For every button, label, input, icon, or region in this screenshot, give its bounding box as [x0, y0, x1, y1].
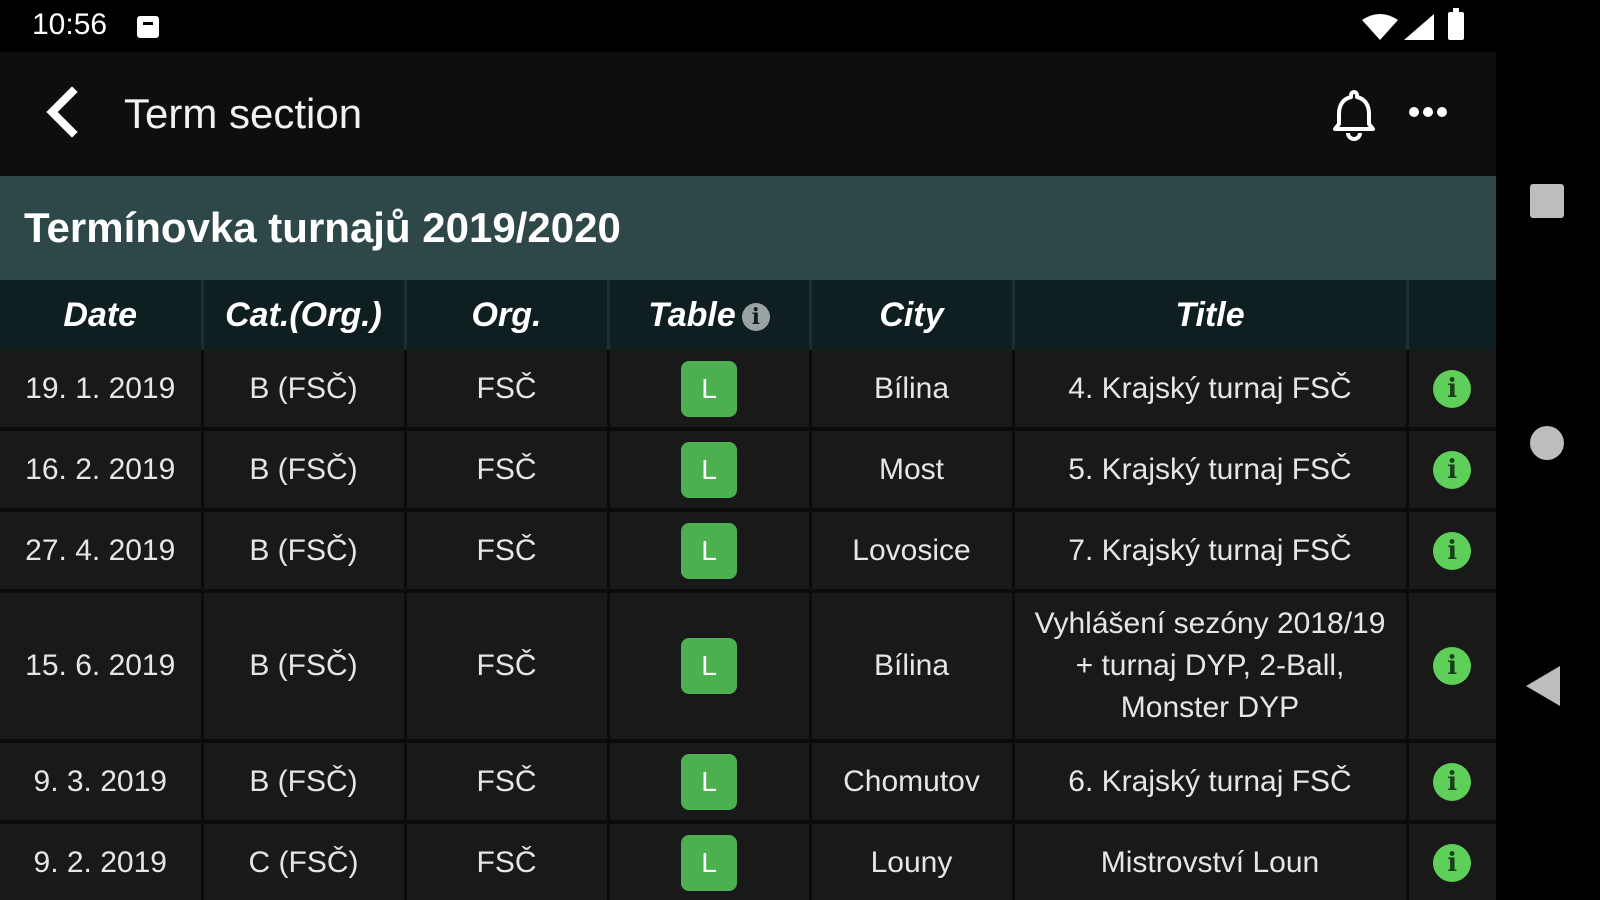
column-header-category[interactable]: Cat.(Org.)	[202, 280, 407, 350]
table-badge[interactable]: L	[681, 441, 737, 498]
section-title: Termínovka turnajů 2019/2020	[24, 204, 621, 251]
recents-square-icon[interactable]	[1530, 184, 1564, 218]
column-header-table[interactable]: Table i	[608, 280, 812, 350]
status-time: 10:56	[32, 8, 108, 41]
info-icon[interactable]: i	[1433, 647, 1472, 685]
app-toolbar: Term section	[0, 52, 1496, 176]
cell-title: 5. Krajský turnaj FSČ	[1013, 429, 1409, 512]
info-icon[interactable]: i	[1433, 369, 1472, 408]
toolbar-title: Term section	[124, 90, 363, 137]
info-icon[interactable]: i	[1433, 762, 1472, 801]
table-badge[interactable]: L	[681, 360, 737, 417]
notifications-button[interactable]	[1326, 86, 1382, 142]
cell-table: L	[608, 591, 812, 743]
home-circle-icon[interactable]	[1530, 426, 1564, 460]
cell-city: Lovosice	[810, 510, 1015, 593]
cell-title: Mistrovství Loun	[1013, 822, 1409, 900]
cell-info: i	[1407, 429, 1496, 512]
cell-category: B (FSČ)	[202, 510, 407, 593]
chevron-left-icon	[46, 86, 78, 138]
cell-date: 27. 4. 2019	[0, 510, 204, 593]
info-icon[interactable]: i	[1433, 843, 1472, 882]
table-row[interactable]: 9. 2. 2019 C (FSČ) FSČ L Louny Mistrovst…	[0, 822, 1496, 900]
table-row[interactable]: 15. 6. 2019 B (FSČ) FSČ L Bílina Vyhláše…	[0, 591, 1496, 743]
status-bar: 10:56	[0, 0, 1600, 52]
more-horizontal-icon	[1409, 107, 1447, 117]
cell-city: Most	[810, 429, 1015, 512]
cell-table: L	[608, 741, 812, 824]
cell-date: 19. 1. 2019	[0, 350, 204, 431]
back-triangle-icon[interactable]	[1526, 666, 1560, 706]
cell-title: Vyhlášení sezóny 2018/19 + turnaj DYP, 2…	[1013, 591, 1409, 743]
table-row[interactable]: 27. 4. 2019 B (FSČ) FSČ L Lovosice 7. Kr…	[0, 510, 1496, 593]
info-icon[interactable]: i	[1433, 531, 1472, 570]
table-row[interactable]: 19. 1. 2019 B (FSČ) FSČ L Bílina 4. Kraj…	[0, 350, 1496, 431]
term-table: Date Cat.(Org.) Org. Table i City Title 1…	[0, 280, 1496, 900]
cell-category: B (FSČ)	[202, 591, 407, 743]
table-badge[interactable]: L	[681, 753, 737, 810]
section-header: Termínovka turnajů 2019/2020	[0, 176, 1496, 280]
system-nav-bar	[1496, 52, 1600, 900]
table-row[interactable]: 9. 3. 2019 B (FSČ) FSČ L Chomutov 6. Kra…	[0, 741, 1496, 824]
cell-table: L	[608, 350, 812, 431]
cell-org: FSČ	[405, 591, 610, 743]
cell-org: FSČ	[405, 741, 610, 824]
cell-city: Louny	[810, 822, 1015, 900]
table-row[interactable]: 16. 2. 2019 B (FSČ) FSČ L Most 5. Krajsk…	[0, 429, 1496, 512]
cell-city: Bílina	[810, 350, 1015, 431]
cell-info: i	[1407, 350, 1496, 431]
table-badge[interactable]: L	[681, 638, 737, 694]
cell-city: Chomutov	[810, 741, 1015, 824]
column-header-org[interactable]: Org.	[405, 280, 610, 350]
cell-date: 9. 3. 2019	[0, 741, 204, 824]
column-header-date[interactable]: Date	[0, 280, 204, 350]
info-icon[interactable]: i	[741, 302, 770, 331]
table-badge[interactable]: L	[681, 522, 737, 579]
signal-icon	[1404, 14, 1434, 40]
cell-info: i	[1407, 822, 1496, 900]
cell-city: Bílina	[810, 591, 1015, 743]
cell-title: 4. Krajský turnaj FSČ	[1013, 350, 1409, 431]
cell-org: FSČ	[405, 822, 610, 900]
cell-table: L	[608, 822, 812, 900]
cell-title: 7. Krajský turnaj FSČ	[1013, 510, 1409, 593]
more-button[interactable]	[1404, 92, 1460, 132]
cell-info: i	[1407, 741, 1496, 824]
column-header-info	[1407, 280, 1496, 350]
column-header-title[interactable]: Title	[1013, 280, 1409, 350]
cell-date: 16. 2. 2019	[0, 429, 204, 512]
cell-org: FSČ	[405, 429, 610, 512]
bell-icon	[1333, 90, 1375, 141]
wifi-icon	[1362, 14, 1398, 40]
cell-org: FSČ	[405, 510, 610, 593]
cell-category: B (FSČ)	[202, 429, 407, 512]
info-icon[interactable]: i	[1433, 450, 1472, 489]
cell-info: i	[1407, 510, 1496, 593]
cell-table: L	[608, 510, 812, 593]
cell-table: L	[608, 429, 812, 512]
cell-org: FSČ	[405, 350, 610, 431]
table-badge[interactable]: L	[681, 834, 737, 891]
table-header-row: Date Cat.(Org.) Org. Table i City Title	[0, 280, 1496, 350]
cell-category: C (FSČ)	[202, 822, 407, 900]
cell-title: 6. Krajský turnaj FSČ	[1013, 741, 1409, 824]
cell-category: B (FSČ)	[202, 350, 407, 431]
cell-category: B (FSČ)	[202, 741, 407, 824]
back-button[interactable]	[38, 82, 94, 142]
column-header-table-label: Table	[648, 295, 736, 334]
battery-icon	[1448, 8, 1464, 40]
notification-a-icon	[137, 16, 159, 38]
app-screen: Term section Termínovka turnajů 2019/202…	[0, 52, 1496, 900]
cell-date: 15. 6. 2019	[0, 591, 204, 743]
column-header-city[interactable]: City	[810, 280, 1015, 350]
cell-info: i	[1407, 591, 1496, 743]
cell-date: 9. 2. 2019	[0, 822, 204, 900]
